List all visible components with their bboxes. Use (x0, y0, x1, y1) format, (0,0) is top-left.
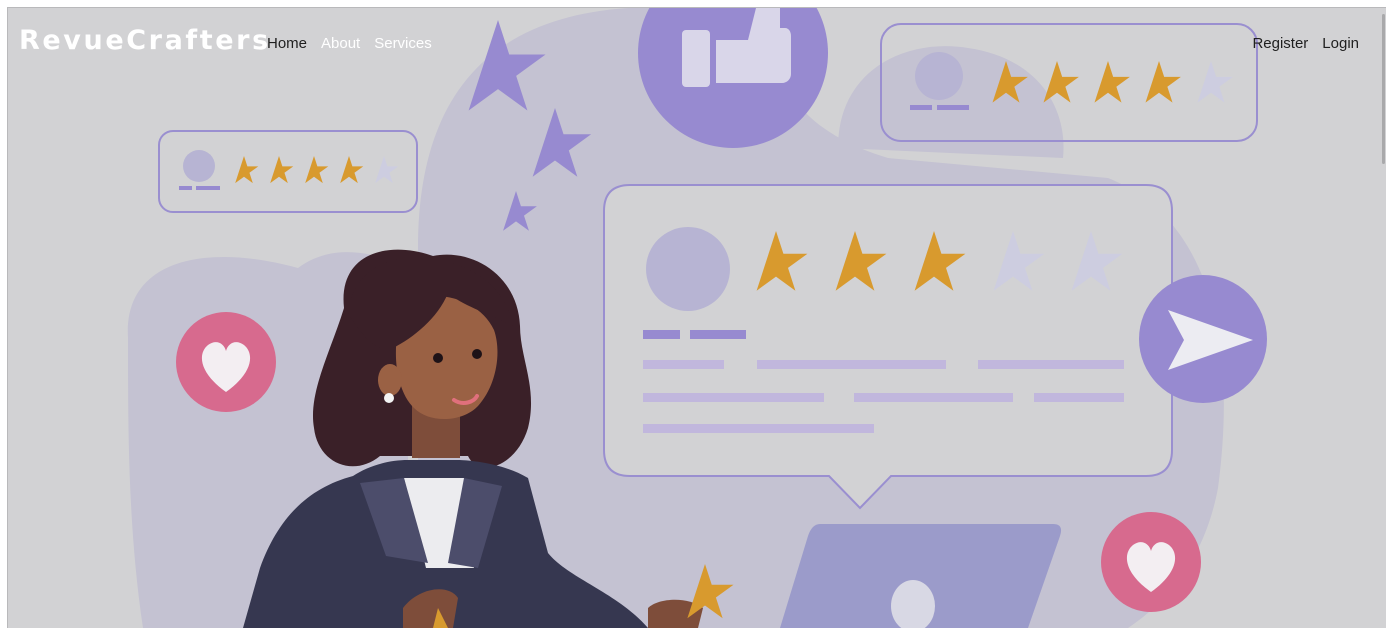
account-nav: Register Login (1245, 35, 1366, 52)
primary-nav: Home About Services (260, 35, 439, 52)
scrollbar[interactable] (1381, 8, 1386, 628)
laptop-illustration (780, 524, 1062, 628)
review-card-main (603, 184, 1173, 510)
navbar: RevueCrafters Home About Services Regist… (8, 8, 1386, 80)
nav-register-link[interactable]: Register (1245, 35, 1315, 52)
hero-illustration (127, 8, 1267, 628)
heart-icon (176, 312, 276, 412)
star-rating (235, 156, 399, 184)
heart-icon (1101, 512, 1201, 612)
review-card-small (158, 130, 418, 213)
brand-logo[interactable]: RevueCrafters (19, 25, 271, 56)
hero-section: RevueCrafters Home About Services Regist… (7, 7, 1386, 628)
nav-about-link[interactable]: About (314, 35, 367, 52)
nav-login-link[interactable]: Login (1315, 35, 1366, 52)
send-icon (1139, 275, 1267, 403)
nav-home-link[interactable]: Home (260, 35, 314, 52)
nav-services-link[interactable]: Services (367, 35, 439, 52)
